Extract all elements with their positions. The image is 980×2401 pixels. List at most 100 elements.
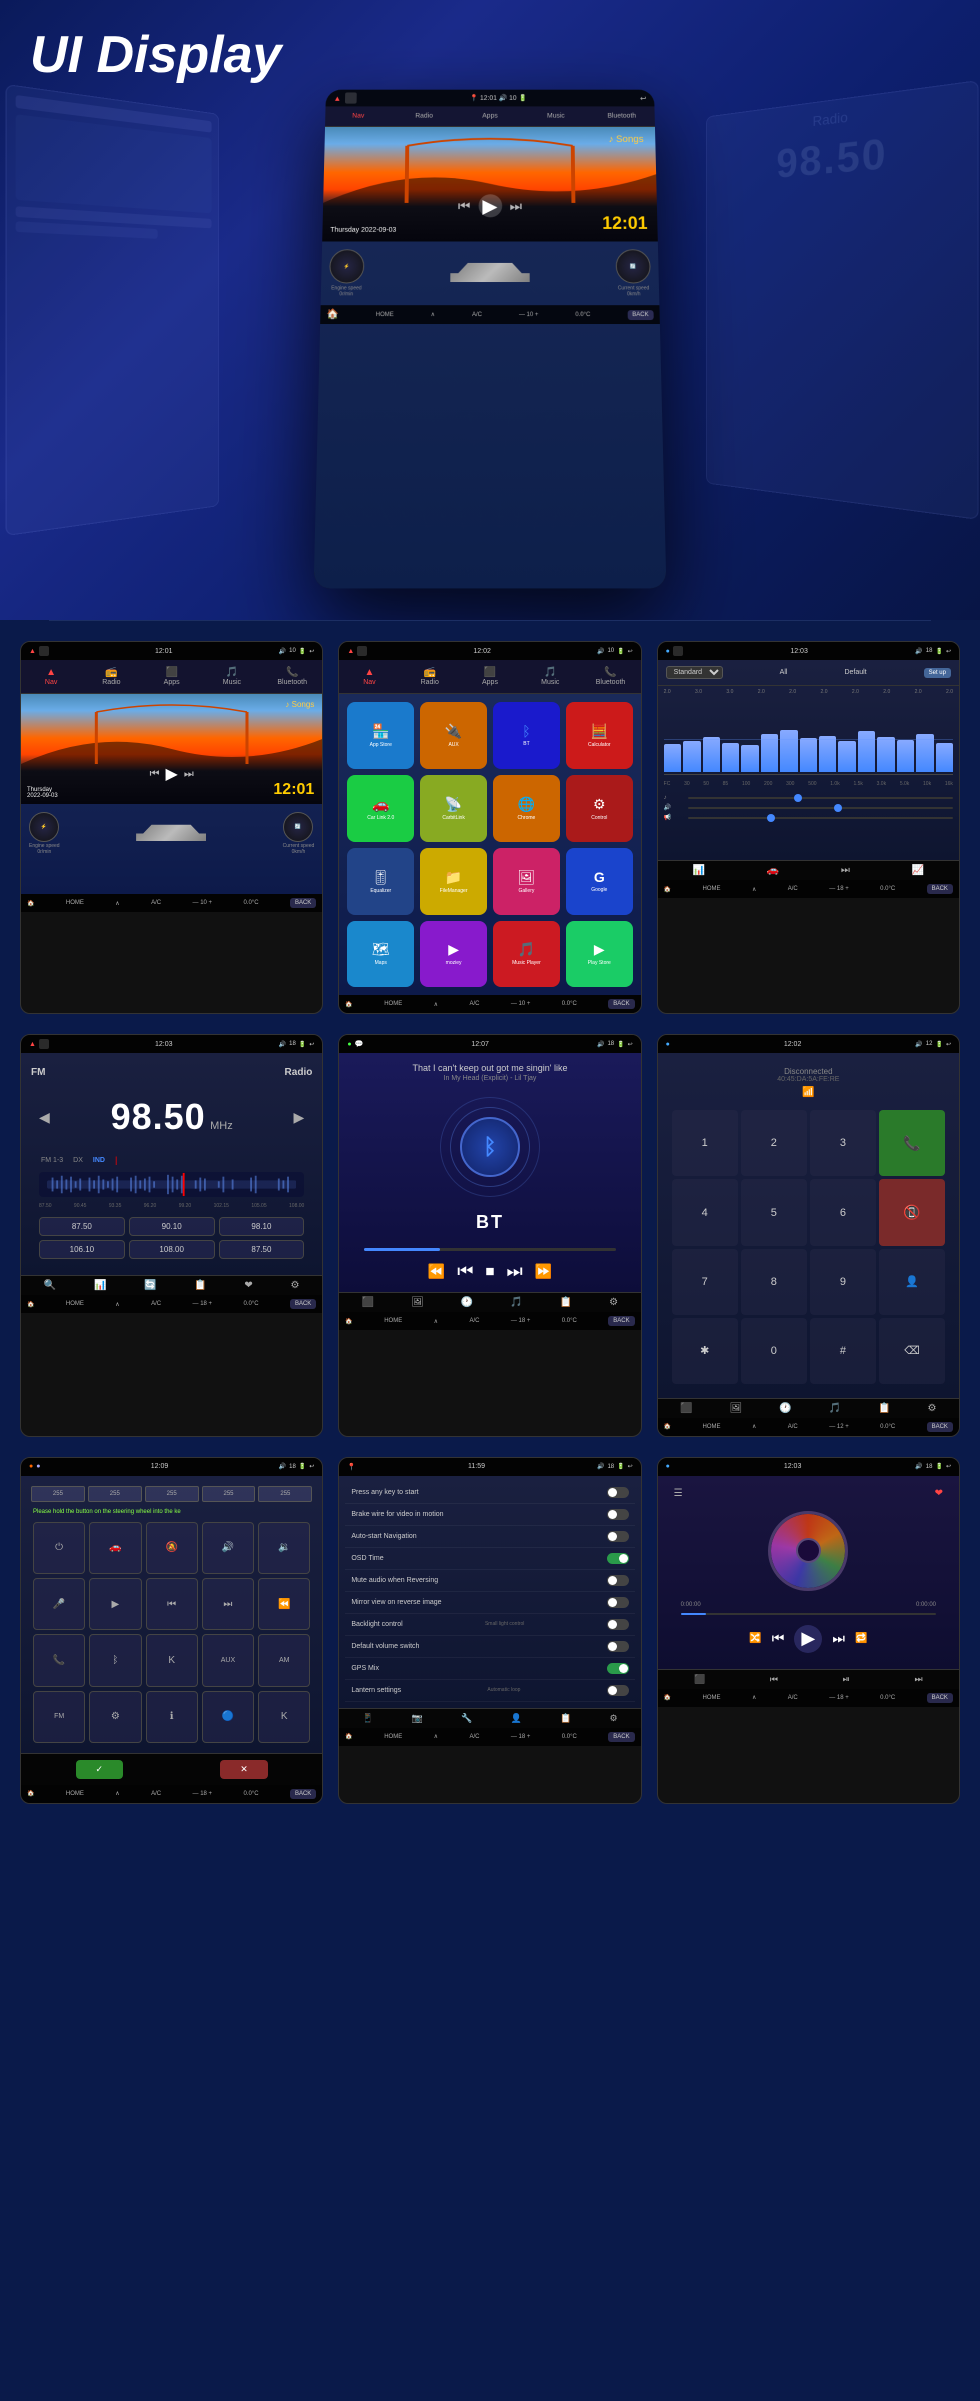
color-val-5[interactable]: 255 (258, 1486, 312, 1502)
toggle-mute-switch[interactable] (607, 1575, 629, 1586)
app-filemanager[interactable]: 📁FileManager (420, 848, 487, 915)
steer-next[interactable]: ⏭ (202, 1578, 254, 1630)
app-chrome[interactable]: 🌐Chrome (493, 775, 560, 842)
steer-car[interactable]: 🚗 (89, 1522, 141, 1574)
color-val-2[interactable]: 255 (88, 1486, 142, 1502)
device-back-button[interactable]: BACK (627, 310, 654, 320)
card9-back[interactable]: BACK (927, 1693, 953, 1703)
toggle-backlight-switch[interactable] (607, 1619, 629, 1630)
key-call[interactable]: 📞 (879, 1110, 945, 1176)
toggle-osd-switch[interactable] (607, 1553, 629, 1564)
preset-2[interactable]: 90.10 (129, 1217, 215, 1236)
steer-rewind[interactable]: ⏪ (258, 1578, 310, 1630)
preset-6[interactable]: 87.50 (219, 1240, 305, 1259)
key-0[interactable]: 0 (741, 1318, 807, 1384)
toggle-lantern-switch[interactable] (607, 1685, 629, 1696)
card7-back[interactable]: BACK (290, 1789, 316, 1799)
card1-back[interactable]: BACK (290, 898, 316, 908)
music-repeat[interactable]: 🔁 (855, 1633, 867, 1644)
eq-mode-select[interactable]: Standard (666, 666, 723, 679)
bt-next[interactable]: ⏭ (506, 1261, 522, 1282)
app-bt[interactable]: ᛒBT (493, 702, 560, 769)
steer-power[interactable]: ⏻ (33, 1522, 85, 1574)
steer-mic[interactable]: 🎤 (33, 1578, 85, 1630)
steer-confirm-btn[interactable]: ✓ (76, 1760, 124, 1779)
key-6[interactable]: 6 (810, 1179, 876, 1245)
music-next[interactable]: ⏭ (832, 1630, 845, 1647)
steer-info[interactable]: ℹ (146, 1691, 198, 1743)
steer-cancel-btn[interactable]: ✕ (220, 1760, 268, 1779)
key-hash[interactable]: # (810, 1318, 876, 1384)
music-shuffle[interactable]: 🔀 (749, 1633, 761, 1644)
key-1[interactable]: 1 (672, 1110, 738, 1176)
app-playstore[interactable]: ▶Play Store (566, 921, 633, 988)
card8-back[interactable]: BACK (608, 1732, 634, 1742)
key-back[interactable]: ⌫ (879, 1318, 945, 1384)
steer-bt[interactable]: ᛒ (89, 1634, 141, 1686)
toggle-mirror-switch[interactable] (607, 1597, 629, 1608)
device-nav-apps[interactable]: Apps (457, 110, 523, 122)
steer-aux[interactable]: AUX (202, 1634, 254, 1686)
color-val-4[interactable]: 255 (202, 1486, 256, 1502)
radio-next[interactable]: ▶ (294, 1109, 305, 1126)
app-equalizer[interactable]: 🎚Equalizer (347, 848, 414, 915)
bt-prev[interactable]: ⏮ (457, 1261, 473, 1282)
card3-back[interactable]: BACK (927, 884, 953, 894)
key-5[interactable]: 5 (741, 1179, 807, 1245)
key-star[interactable]: ✱ (672, 1318, 738, 1384)
music-prev[interactable]: ⏮ (772, 1630, 785, 1647)
steer-k2[interactable]: K (258, 1691, 310, 1743)
steer-am[interactable]: AM (258, 1634, 310, 1686)
app-musicplayer[interactable]: 🎵Music Player (493, 921, 560, 988)
app-aux[interactable]: 🔌AUX (420, 702, 487, 769)
app-carlink[interactable]: 🚗Car Link 2.0 (347, 775, 414, 842)
app-gallery[interactable]: 🖼Gallery (493, 848, 560, 915)
eq-setup-btn[interactable]: Set up (924, 668, 951, 678)
key-4[interactable]: 4 (672, 1179, 738, 1245)
device-nav-bt[interactable]: Bluetooth (589, 110, 655, 122)
color-val-3[interactable]: 255 (145, 1486, 199, 1502)
bt-stop[interactable]: ⏹ (485, 1261, 494, 1282)
steer-mute[interactable]: 🔕 (146, 1522, 198, 1574)
preset-3[interactable]: 98.10 (219, 1217, 305, 1236)
key-3[interactable]: 3 (810, 1110, 876, 1176)
toggle-vol-switch[interactable] (607, 1641, 629, 1652)
color-val-1[interactable]: 255 (31, 1486, 85, 1502)
card5-back[interactable]: BACK (608, 1316, 634, 1326)
radio-prev[interactable]: ◀ (39, 1109, 50, 1126)
preset-4[interactable]: 106.10 (39, 1240, 125, 1259)
key-8[interactable]: 8 (741, 1249, 807, 1315)
key-contact[interactable]: 👤 (879, 1249, 945, 1315)
device-nav-radio[interactable]: Radio (391, 110, 457, 122)
key-7[interactable]: 7 (672, 1249, 738, 1315)
steer-play[interactable]: ▶ (89, 1578, 141, 1630)
key-2[interactable]: 2 (741, 1110, 807, 1176)
app-calculator[interactable]: 🧮Calculator (566, 702, 633, 769)
card2-back[interactable]: BACK (608, 999, 634, 1009)
app-google[interactable]: GGoogle (566, 848, 633, 915)
steer-phone[interactable]: 📞 (33, 1634, 85, 1686)
bt-forward[interactable]: ⏩ (535, 1263, 552, 1280)
toggle-gps-switch[interactable] (607, 1663, 629, 1674)
card4-back[interactable]: BACK (290, 1299, 316, 1309)
steer-fm[interactable]: FM (33, 1691, 85, 1743)
steer-k1[interactable]: K (146, 1634, 198, 1686)
app-appstore[interactable]: 🏪App Store (347, 702, 414, 769)
key-9[interactable]: 9 (810, 1249, 876, 1315)
card6-back[interactable]: BACK (927, 1422, 953, 1432)
steer-vol-up[interactable]: 🔊 (202, 1522, 254, 1574)
app-maps[interactable]: 🗺Maps (347, 921, 414, 988)
steer-prev[interactable]: ⏮ (146, 1578, 198, 1630)
steer-bt2[interactable]: 🔵 (202, 1691, 254, 1743)
steer-vol-down[interactable]: 🔉 (258, 1522, 310, 1574)
device-nav-music[interactable]: Music (523, 110, 589, 122)
key-end[interactable]: 📵 (879, 1179, 945, 1245)
bt-rewind[interactable]: ⏪ (428, 1263, 445, 1280)
preset-5[interactable]: 108.00 (129, 1240, 215, 1259)
preset-1[interactable]: 87.50 (39, 1217, 125, 1236)
toggle-press-key-switch[interactable] (607, 1487, 629, 1498)
device-nav-nav[interactable]: Nav (325, 110, 391, 122)
music-play[interactable]: ▶ (794, 1625, 822, 1653)
app-control[interactable]: ⚙Control (566, 775, 633, 842)
app-carbitlink[interactable]: 📡CarbitLink (420, 775, 487, 842)
